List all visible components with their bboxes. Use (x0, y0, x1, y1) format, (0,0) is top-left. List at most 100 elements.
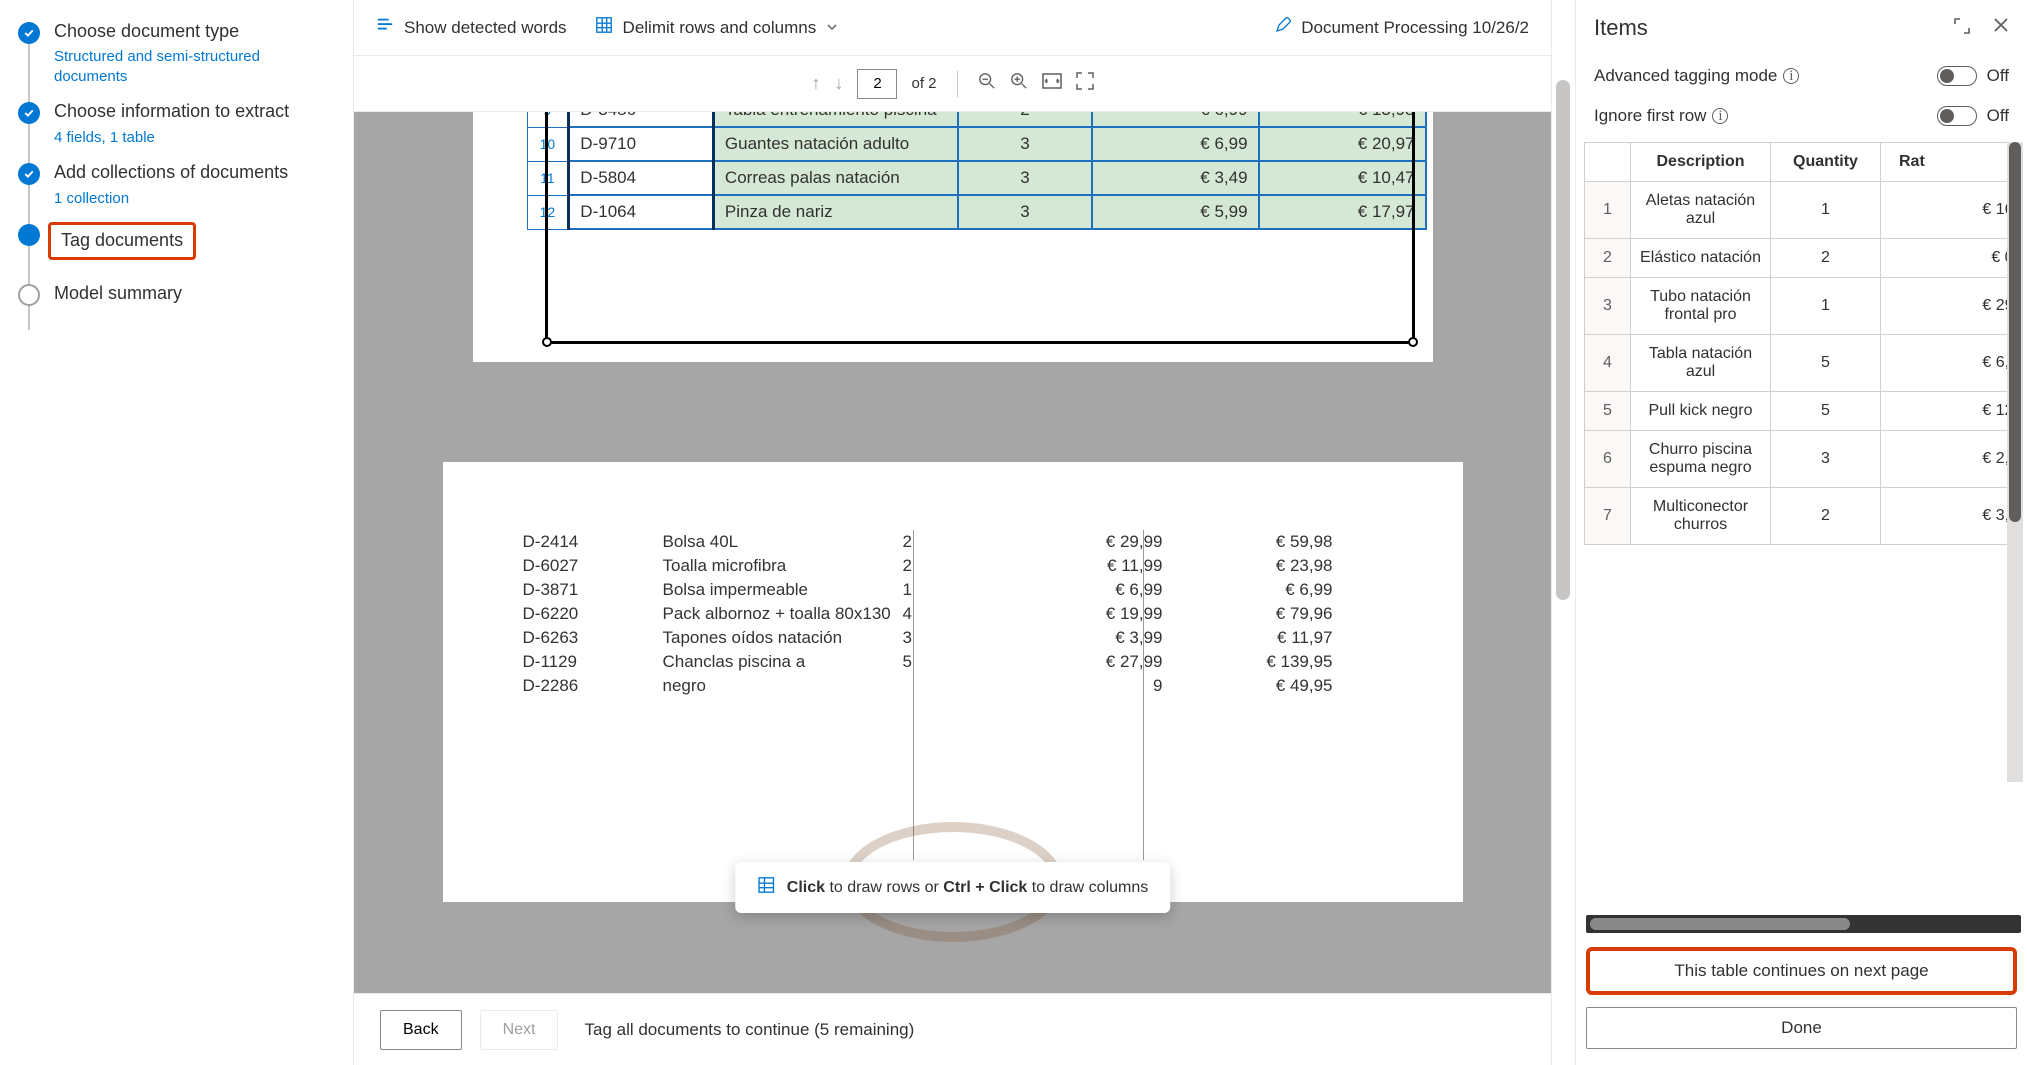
panel-title: Items (1594, 15, 1648, 41)
step-label: Model summary (54, 282, 182, 305)
step-model-summary[interactable]: Model summary (18, 282, 335, 306)
table-continues-button[interactable]: This table continues on next page (1586, 947, 2017, 995)
table-row: D-2414Bolsa 40L2€ 29,99€ 59,98 (523, 530, 1383, 554)
table-icon (757, 876, 775, 899)
col-rate[interactable]: Rat (1881, 143, 2023, 182)
viewport-scrollbar[interactable] (1551, 0, 1575, 1065)
resize-handle[interactable] (542, 337, 552, 347)
step-sub: 4 fields, 1 table (54, 128, 289, 148)
panel-horizontal-scrollbar[interactable] (1586, 915, 2021, 933)
zoom-out-button[interactable] (978, 72, 996, 95)
tagged-table[interactable]: 9 D-3486 Tabla entrenamiento piscina 2 €… (527, 112, 1427, 230)
panel-vertical-scrollbar[interactable] (2007, 142, 2023, 782)
zoom-in-button[interactable] (1010, 72, 1028, 95)
close-icon[interactable] (1993, 17, 2009, 40)
step-sub: 1 collection (54, 189, 288, 209)
canvas-toolbar: Show detected words Delimit rows and col… (354, 0, 1551, 56)
pager-toolbar: ↑ ↓ of 2 (354, 56, 1551, 112)
items-row[interactable]: 3Tubo natación frontal pro1€ 29, (1585, 278, 2023, 335)
items-row[interactable]: 5Pull kick negro5€ 12, (1585, 392, 2023, 431)
show-detected-words-button[interactable]: Show detected words (376, 16, 567, 39)
cell-qty[interactable]: 2 (958, 112, 1092, 127)
info-icon[interactable]: i (1783, 68, 1799, 84)
step-label: Tag documents (61, 229, 183, 252)
check-icon (18, 22, 40, 44)
advanced-tagging-toggle[interactable] (1937, 66, 1977, 86)
items-row[interactable]: 6Churro piscina espuma negro3€ 2,9 (1585, 431, 2023, 488)
advanced-tagging-toggle-row: Advanced tagging mode i Off (1576, 56, 2027, 96)
document-page-2-top: D-2414Bolsa 40L2€ 29,99€ 59,98 D-6027Toa… (443, 462, 1463, 902)
cell-total[interactable]: € 13,98 (1259, 112, 1426, 127)
done-button[interactable]: Done (1586, 1007, 2017, 1049)
toggle-state: Off (1987, 66, 2009, 86)
cell-code[interactable]: D-3486 (569, 112, 714, 127)
wizard-sidebar: Choose document type Structured and semi… (0, 0, 354, 1065)
chevron-down-icon (826, 18, 838, 38)
row-index: 9 (527, 112, 569, 127)
check-icon (18, 163, 40, 185)
text-select-icon (376, 16, 394, 39)
table-row[interactable]: 10 D-9710 Guantes natación adulto 3 € 6,… (527, 127, 1426, 161)
table-row: D-6027Toalla microfibra2€ 11,99€ 23,98 (523, 554, 1383, 578)
toggle-label: Ignore first row (1594, 106, 1706, 126)
wizard-footer: Back Next Tag all documents to continue … (354, 993, 1551, 1065)
table-row[interactable]: 12 D-1064 Pinza de nariz 3 € 5,99 € 17,9… (527, 195, 1426, 229)
expand-panel-icon[interactable] (1953, 17, 1971, 40)
pencil-icon (1275, 17, 1291, 38)
resize-handle[interactable] (1408, 337, 1418, 347)
fit-width-button[interactable] (1042, 73, 1062, 94)
page-number-input[interactable] (857, 69, 897, 99)
items-row[interactable]: 4Tabla natación azul5€ 6,9 (1585, 335, 2023, 392)
table-row[interactable]: 9 D-3486 Tabla entrenamiento piscina 2 €… (527, 112, 1426, 127)
toggle-state: Off (1987, 106, 2009, 126)
ignore-first-row-toggle[interactable] (1937, 106, 1977, 126)
step-tag-documents[interactable]: Tag documents (18, 222, 335, 259)
delimit-rows-cols-button[interactable]: Delimit rows and columns (595, 16, 839, 39)
table-row[interactable]: 11 D-5804 Correas palas natación 3 € 3,4… (527, 161, 1426, 195)
cell-price[interactable]: € 6,99 (1092, 112, 1259, 127)
scroll-thumb[interactable] (1590, 918, 1850, 930)
footer-hint-text: Tag all documents to continue (5 remaini… (584, 1020, 914, 1040)
table-row: D-3871Bolsa impermeable1€ 6,99€ 6,99 (523, 578, 1383, 602)
cell-desc[interactable]: Tabla entrenamiento piscina (713, 112, 958, 127)
col-quantity[interactable]: Quantity (1771, 143, 1881, 182)
step-add-collections[interactable]: Add collections of documents 1 collectio… (18, 161, 335, 208)
document-viewport[interactable]: 9 D-3486 Tabla entrenamiento piscina 2 €… (354, 112, 1551, 993)
items-panel: Items Advanced tagging mode i Off Ignore… (1575, 0, 2027, 1065)
info-icon[interactable]: i (1712, 108, 1728, 124)
draw-hint-tooltip: Click to draw rows or Ctrl + Click to dr… (735, 862, 1170, 913)
items-row[interactable]: 7Multiconector churros2€ 3,9 (1585, 488, 2023, 545)
step-label: Add collections of documents (54, 161, 288, 184)
table-icon (595, 16, 613, 39)
page-up-button[interactable]: ↑ (811, 73, 820, 94)
button-label: Show detected words (404, 18, 567, 38)
step-choose-info[interactable]: Choose information to extract 4 fields, … (18, 100, 335, 147)
items-row[interactable]: 1Aletas natación azul1€ 16, (1585, 182, 2023, 239)
active-dot-icon (18, 224, 40, 246)
button-label: Delimit rows and columns (623, 18, 817, 38)
table-row: D-2286negro9€ 49,95 (523, 674, 1383, 698)
check-icon (18, 102, 40, 124)
step-label: Choose document type (54, 20, 335, 43)
step-choose-doc-type[interactable]: Choose document type Structured and semi… (18, 20, 335, 86)
page-down-button[interactable]: ↓ (834, 73, 843, 94)
doc-name-text: Document Processing 10/26/2 (1301, 18, 1529, 38)
fit-page-button[interactable] (1076, 72, 1094, 95)
pending-circle-icon (18, 284, 40, 306)
hint-text: Click to draw rows or Ctrl + Click to dr… (787, 879, 1148, 897)
step-sub: Structured and semi-structured documents (54, 47, 335, 86)
table-row: D-1129Chanclas piscina a5€ 27,99€ 139,95 (523, 650, 1383, 674)
toggle-label: Advanced tagging mode (1594, 66, 1777, 86)
items-table[interactable]: Description Quantity Rat 1Aletas natació… (1584, 142, 2023, 545)
document-canvas-area: Show detected words Delimit rows and col… (354, 0, 1551, 1065)
separator (957, 71, 958, 97)
scroll-thumb[interactable] (2009, 142, 2021, 522)
table-row: D-6263Tapones oídos natación3€ 3,99€ 11,… (523, 626, 1383, 650)
back-button[interactable]: Back (380, 1010, 462, 1050)
col-description[interactable]: Description (1631, 143, 1771, 182)
scroll-thumb[interactable] (1556, 80, 1570, 600)
document-name-field[interactable]: Document Processing 10/26/2 (1275, 17, 1529, 38)
document-page-1-bottom: 9 D-3486 Tabla entrenamiento piscina 2 €… (473, 112, 1433, 362)
step-label: Choose information to extract (54, 100, 289, 123)
items-row[interactable]: 2Elástico natación2€ 0, (1585, 239, 2023, 278)
